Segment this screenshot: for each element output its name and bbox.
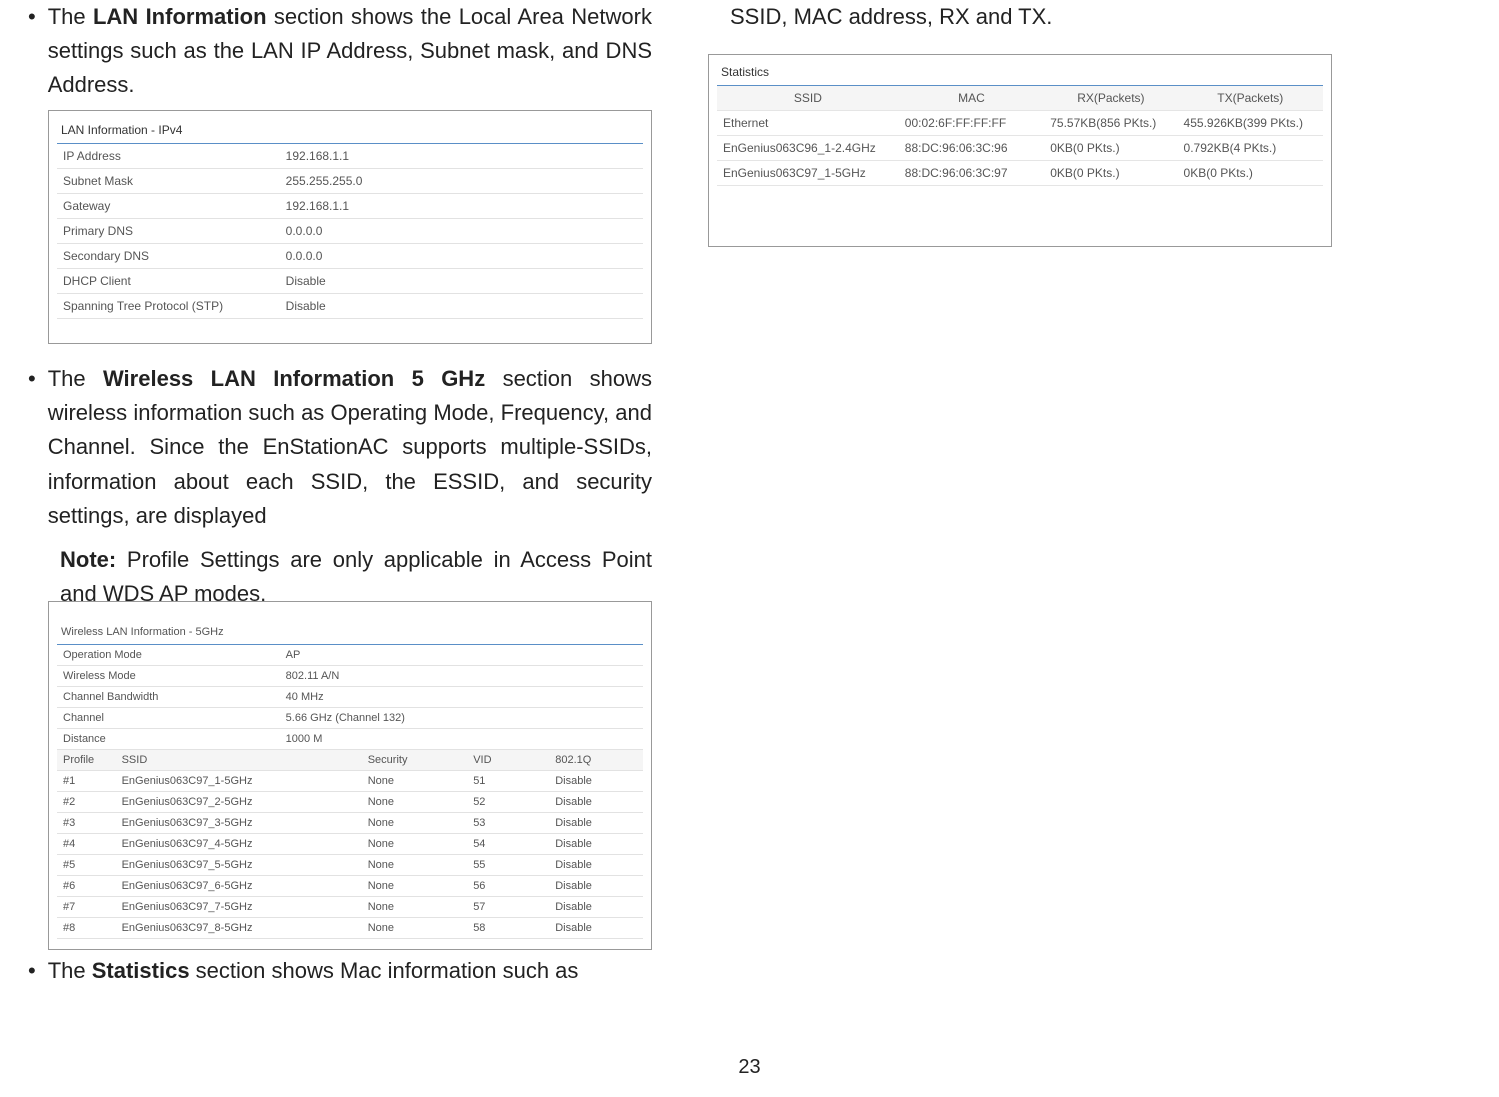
table-row: #4EnGenius063C97_4-5GHzNone54Disable: [57, 833, 643, 854]
table-row: Gateway192.168.1.1: [57, 194, 643, 219]
table-row: Secondary DNS0.0.0.0: [57, 244, 643, 269]
stats-title: Statistics: [717, 61, 1323, 86]
table-row: Operation ModeAP: [57, 645, 643, 666]
table-row: Distance1000 M: [57, 728, 643, 749]
table-row: #5EnGenius063C97_5-5GHzNone55Disable: [57, 854, 643, 875]
table-row: EnGenius063C96_1-2.4GHz88:DC:96:06:3C:96…: [717, 136, 1323, 161]
table-row: DHCP ClientDisable: [57, 269, 643, 294]
wlan-ssid-grid: Profile SSID Security VID 802.1Q #1EnGen…: [57, 750, 643, 939]
table-row: #1EnGenius063C97_1-5GHzNone51Disable: [57, 770, 643, 791]
note-row: Note: Profile Settings are only applicab…: [20, 543, 660, 611]
lan-info-paragraph: The LAN Information section shows the Lo…: [48, 0, 652, 102]
bullet-dot-icon: •: [28, 954, 36, 988]
stats-grid: SSID MAC RX(Packets) TX(Packets) Etherne…: [717, 86, 1323, 186]
bullet-dot-icon: •: [28, 0, 36, 102]
wlan-info-grid: Operation ModeAP Wireless Mode802.11 A/N…: [57, 645, 643, 750]
lan-info-table: LAN Information - IPv4 IP Address192.168…: [48, 110, 652, 344]
table-row: Channel5.66 GHz (Channel 132): [57, 707, 643, 728]
wlan-table-title: Wireless LAN Information - 5GHz: [57, 622, 643, 645]
right-continuation-text: SSID, MAC address, RX and TX.: [700, 0, 1340, 34]
bullet-statistics: • The Statistics section shows Mac infor…: [20, 954, 660, 988]
table-row: IP Address192.168.1.1: [57, 144, 643, 169]
table-row: Wireless Mode802.11 A/N: [57, 665, 643, 686]
table-row: Primary DNS0.0.0.0: [57, 219, 643, 244]
wlan-info-paragraph: The Wireless LAN Information 5 GHz secti…: [48, 362, 652, 532]
table-row: #3EnGenius063C97_3-5GHzNone53Disable: [57, 812, 643, 833]
table-row: Ethernet00:02:6F:FF:FF:FF75.57KB(856 PKt…: [717, 111, 1323, 136]
table-row: #2EnGenius063C97_2-5GHzNone52Disable: [57, 791, 643, 812]
bullet-wlan-info: • The Wireless LAN Information 5 GHz sec…: [20, 362, 660, 532]
table-row: EnGenius063C97_1-5GHz88:DC:96:06:3C:970K…: [717, 161, 1323, 186]
table-row: #7EnGenius063C97_7-5GHzNone57Disable: [57, 896, 643, 917]
table-header: SSID MAC RX(Packets) TX(Packets): [717, 86, 1323, 111]
table-row: Subnet Mask255.255.255.0: [57, 169, 643, 194]
statistics-table: Statistics SSID MAC RX(Packets) TX(Packe…: [708, 54, 1332, 247]
table-row: Spanning Tree Protocol (STP)Disable: [57, 294, 643, 319]
lan-table-title: LAN Information - IPv4: [57, 119, 643, 144]
table-header: Profile SSID Security VID 802.1Q: [57, 750, 643, 771]
statistics-paragraph: The Statistics section shows Mac informa…: [48, 954, 579, 988]
table-row: Channel Bandwidth40 MHz: [57, 686, 643, 707]
table-row: #6EnGenius063C97_6-5GHzNone56Disable: [57, 875, 643, 896]
note-paragraph: Note: Profile Settings are only applicab…: [60, 543, 652, 611]
lan-grid: IP Address192.168.1.1 Subnet Mask255.255…: [57, 144, 643, 319]
bullet-dot-icon: •: [28, 362, 36, 532]
page-number: 23: [738, 1056, 760, 1079]
bullet-lan-info: • The LAN Information section shows the …: [20, 0, 660, 102]
table-row: #8EnGenius063C97_8-5GHzNone58Disable: [57, 917, 643, 938]
wlan-info-table: Wireless LAN Information - 5GHz Operatio…: [48, 601, 652, 950]
